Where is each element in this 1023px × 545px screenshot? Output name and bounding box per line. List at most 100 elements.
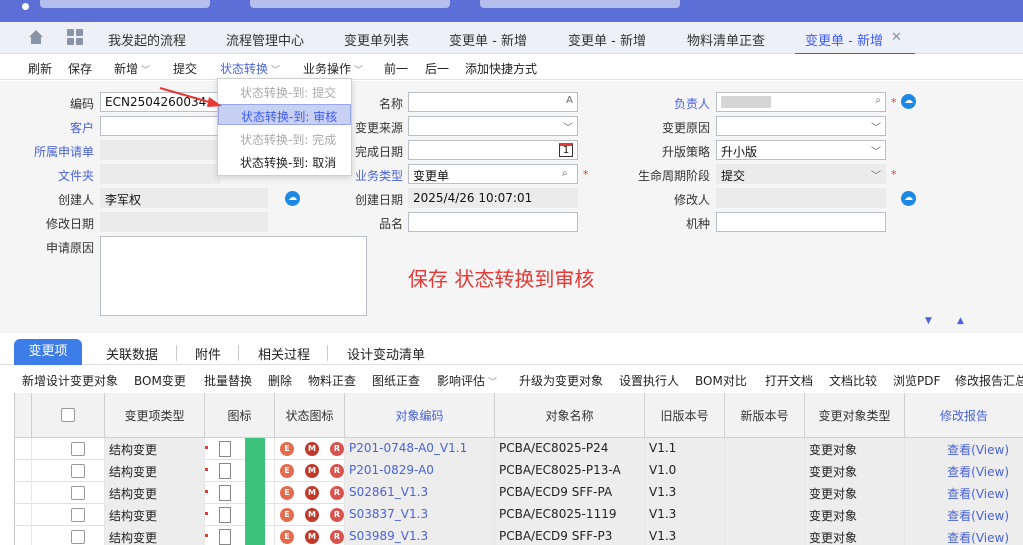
search-icon[interactable]: ⌕ [562, 168, 568, 179]
apply-order-label[interactable]: 所属申请单 [34, 143, 94, 160]
reason-textarea[interactable] [100, 236, 367, 316]
browse-pdf-button[interactable]: 浏览PDF [893, 372, 940, 389]
add-design-change-button[interactable]: 新增设计变更对象 [22, 372, 118, 389]
home-icon[interactable] [28, 29, 44, 45]
col-type[interactable]: 变更项类型 [105, 393, 205, 438]
row-view-report-link[interactable]: 查看(View) [905, 438, 1023, 460]
doc-compare-button[interactable]: 文档比较 [829, 372, 877, 389]
state-transition-menu[interactable]: 状态转换 ﹀ [220, 60, 280, 77]
next-button[interactable]: 后一 [425, 60, 449, 77]
row-view-report-link[interactable]: 查看(View) [905, 526, 1023, 545]
row-new-version[interactable] [725, 526, 805, 545]
row-object-code[interactable]: S03837_V1.3 [345, 504, 495, 526]
row-checkbox[interactable] [71, 530, 85, 544]
bom-change-button[interactable]: BOM变更 [134, 372, 186, 389]
tab-my-processes[interactable]: 我发起的流程 [108, 30, 186, 49]
close-tab-icon[interactable]: ✕ [891, 30, 902, 45]
change-source-select[interactable]: ﹀ [408, 116, 578, 136]
col-object-name[interactable]: 对象名称 [495, 393, 645, 438]
tab-process-center[interactable]: 流程管理中心 [226, 30, 304, 49]
owner-input[interactable]: ⌕ [716, 92, 886, 112]
row-object-code[interactable]: P201-0829-A0 [345, 460, 495, 482]
table-row[interactable]: 结构变更 E M R S03989_V1.3 PCBA/ECD9 SFF-P3 V1.3 变更… [15, 526, 1023, 545]
tab-change-items[interactable]: 变更项 [14, 339, 82, 365]
col-old-version[interactable]: 旧版本号 [645, 393, 725, 438]
finish-date-input[interactable]: 1 [408, 140, 578, 160]
text-format-icon[interactable]: A [566, 95, 573, 106]
table-row[interactable]: 结构变更 E M R P201-0748-A0_V1.1 PCBA/EC8025-P24 V… [15, 438, 1023, 460]
menu-item-to-approve[interactable]: 状态转换-到: 审核 [218, 104, 351, 125]
material-lookup-button[interactable]: 物料正查 [308, 372, 356, 389]
set-executor-button[interactable]: 设置执行人 [619, 372, 679, 389]
cloud-sync-icon[interactable]: ☁ [285, 191, 300, 206]
row-object-code[interactable]: S03989_V1.3 [345, 526, 495, 545]
menu-item-to-submit[interactable]: 状态转换-到: 提交 [218, 81, 351, 102]
row-new-version[interactable] [725, 460, 805, 482]
tab-change-new-1[interactable]: 变更单 - 新增 [449, 30, 527, 49]
row-checkbox[interactable] [71, 442, 85, 456]
save-button[interactable]: 保存 [68, 60, 92, 77]
row-new-version[interactable] [725, 504, 805, 526]
calendar-icon[interactable]: 1 [559, 143, 573, 157]
table-row[interactable]: 结构变更 E M R P201-0829-A0 PCBA/EC8025-P13-A V1.0… [15, 460, 1023, 482]
drawing-lookup-button[interactable]: 图纸正查 [372, 372, 420, 389]
tab-change-list[interactable]: 变更单列表 [344, 30, 409, 49]
tab-change-new-active[interactable]: 变更单 - 新增 [805, 30, 883, 49]
menu-item-to-complete[interactable]: 状态转换-到: 完成 [218, 128, 351, 149]
collapse-down-icon[interactable]: ▼ [925, 316, 932, 326]
row-new-version[interactable] [725, 438, 805, 460]
batch-replace-button[interactable]: 批量替换 [204, 372, 252, 389]
add-shortcut-button[interactable]: 添加快捷方式 [465, 60, 537, 77]
row-object-code[interactable]: S02861_V1.3 [345, 482, 495, 504]
col-report[interactable]: 修改报告 [905, 393, 1023, 438]
collapse-up-icon[interactable]: ▲ [957, 316, 964, 326]
model-input[interactable] [716, 212, 886, 232]
col-object-code[interactable]: 对象编码 [345, 393, 495, 438]
col-icon[interactable]: 图标 [205, 393, 275, 438]
row-new-version[interactable] [725, 482, 805, 504]
upgrade-object-button[interactable]: 升级为变更对象 [519, 372, 603, 389]
customer-label[interactable]: 客户 [70, 119, 94, 136]
folder-input[interactable] [100, 164, 220, 184]
cloud-sync-icon[interactable]: ☁ [901, 94, 916, 109]
tab-change-new-2[interactable]: 变更单 - 新增 [568, 30, 646, 49]
name-input[interactable]: A [408, 92, 578, 112]
cloud-sync-icon[interactable]: ☁ [901, 191, 916, 206]
delete-button[interactable]: 删除 [268, 372, 292, 389]
search-icon[interactable]: ⌕ [875, 95, 881, 106]
table-row[interactable]: 结构变更 E M R S02861_V1.3 PCBA/ECD9 SFF-PA V1.3 变更… [15, 482, 1023, 504]
biz-type-label[interactable]: 业务类型 [355, 167, 403, 184]
row-checkbox[interactable] [71, 486, 85, 500]
folder-label[interactable]: 文件夹 [58, 167, 94, 184]
product-name-input[interactable] [408, 212, 578, 232]
code-input[interactable]: ECN2504260034 [100, 92, 220, 112]
report-summary-button[interactable]: 修改报告汇总 [955, 372, 1023, 389]
row-checkbox[interactable] [71, 464, 85, 478]
col-new-version[interactable]: 新版本号 [725, 393, 805, 438]
tab-design-change-list[interactable]: 设计变动清单 [347, 344, 425, 363]
upgrade-strategy-select[interactable]: 升小版 ﹀ [716, 140, 886, 160]
biz-type-input[interactable]: 变更单 [408, 164, 578, 184]
new-button[interactable]: 新增 ﹀ [114, 60, 150, 77]
open-doc-button[interactable]: 打开文档 [765, 372, 813, 389]
col-object-type[interactable]: 变更对象类型 [805, 393, 905, 438]
tab-related-process[interactable]: 相关过程 [258, 344, 310, 363]
submit-button[interactable]: 提交 [173, 60, 197, 77]
tab-related-data[interactable]: 关联数据 [106, 344, 158, 363]
prev-button[interactable]: 前一 [384, 60, 408, 77]
tab-attachments[interactable]: 附件 [195, 344, 221, 363]
menu-item-to-cancel[interactable]: 状态转换-到: 取消 [218, 151, 351, 172]
change-reason-select[interactable]: ﹀ [716, 116, 886, 136]
row-checkbox[interactable] [71, 508, 85, 522]
owner-label[interactable]: 负责人 [674, 95, 710, 112]
tab-bom-lookup[interactable]: 物料清单正查 [687, 30, 765, 49]
bom-compare-button[interactable]: BOM对比 [695, 372, 747, 389]
table-row[interactable]: 结构变更 E M R S03837_V1.3 PCBA/EC8025-1119 V1.3 变更… [15, 504, 1023, 526]
business-ops-menu[interactable]: 业务操作 ﹀ [303, 60, 363, 77]
refresh-button[interactable]: 刷新 [28, 60, 52, 77]
row-object-code[interactable]: P201-0748-A0_V1.1 [345, 438, 495, 460]
row-view-report-link[interactable]: 查看(View) [905, 504, 1023, 526]
row-view-report-link[interactable]: 查看(View) [905, 482, 1023, 504]
customer-input[interactable] [100, 116, 220, 136]
row-view-report-link[interactable]: 查看(View) [905, 460, 1023, 482]
